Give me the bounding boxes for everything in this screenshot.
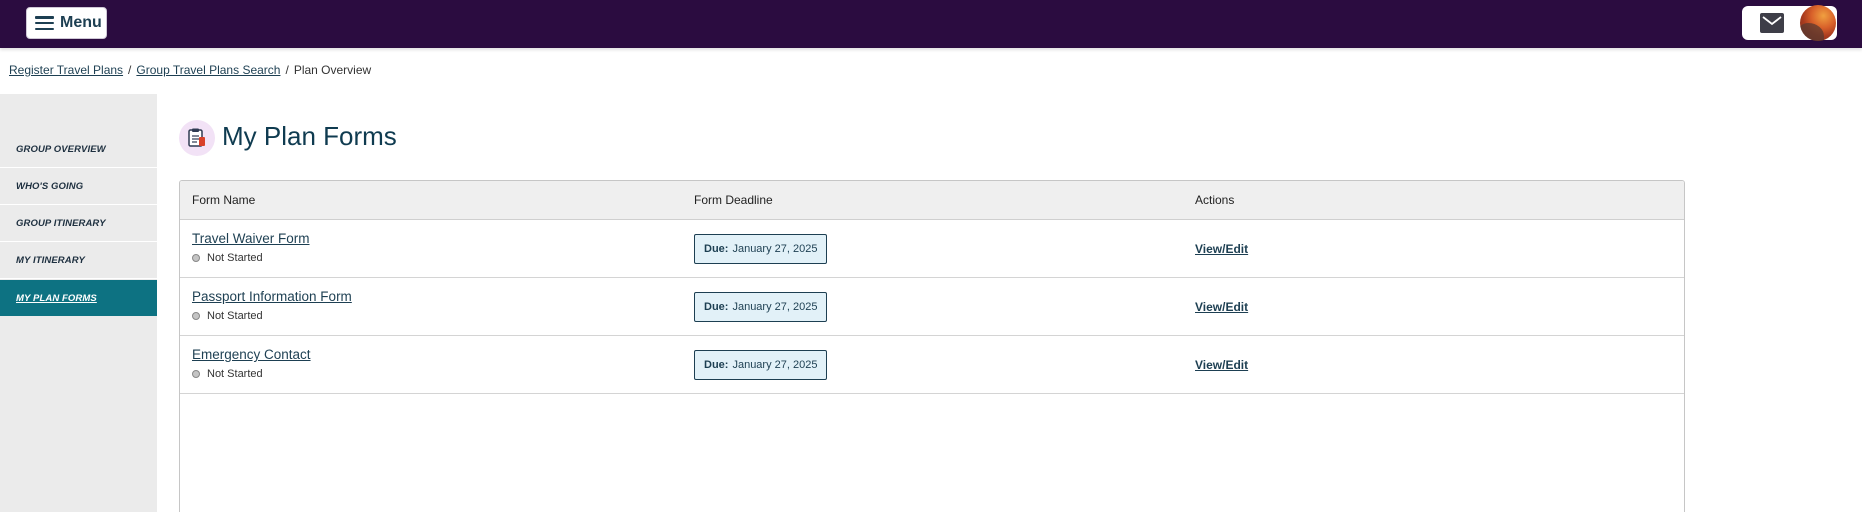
breadcrumb-separator: / xyxy=(285,63,289,77)
due-date: January 27, 2025 xyxy=(732,243,818,255)
forms-table: Form Name Form Deadline Actions Travel W… xyxy=(179,180,1685,512)
view-edit-link[interactable]: View/Edit xyxy=(1195,358,1248,372)
status-dot-icon xyxy=(192,254,200,262)
top-navigation-bar: Menu xyxy=(0,0,1862,48)
due-label: Due: xyxy=(704,301,729,313)
table-row: Travel Waiver Form Not Started Due: Janu… xyxy=(180,220,1684,278)
due-date-badge: Due: January 27, 2025 xyxy=(694,350,828,380)
table-row: Emergency Contact Not Started Due: Janua… xyxy=(180,336,1684,394)
sidebar-item-my-plan-forms[interactable]: My Plan Forms xyxy=(0,280,157,316)
status-dot-icon xyxy=(192,312,200,320)
form-name-link[interactable]: Travel Waiver Form xyxy=(192,231,310,246)
due-date: January 27, 2025 xyxy=(732,301,818,313)
view-edit-link[interactable]: View/Edit xyxy=(1195,242,1248,256)
mail-icon[interactable] xyxy=(1760,13,1784,33)
form-status: Not Started xyxy=(192,310,263,322)
status-dot-icon xyxy=(192,370,200,378)
sidebar-item-group-itinerary[interactable]: Group Itinerary xyxy=(0,206,157,242)
form-name-link[interactable]: Passport Information Form xyxy=(192,289,352,304)
menu-button-label: Menu xyxy=(60,14,102,31)
due-date-badge: Due: January 27, 2025 xyxy=(694,292,828,322)
column-header-actions: Actions xyxy=(1195,193,1235,207)
breadcrumb-separator: / xyxy=(128,63,132,77)
clipboard-form-icon xyxy=(179,120,215,156)
menu-button[interactable]: Menu xyxy=(26,7,107,39)
form-status: Not Started xyxy=(192,368,263,380)
breadcrumb: Register Travel Plans / Group Travel Pla… xyxy=(9,63,371,77)
breadcrumb-link-register-travel-plans[interactable]: Register Travel Plans xyxy=(9,63,123,77)
due-date: January 27, 2025 xyxy=(732,359,818,371)
form-status: Not Started xyxy=(192,252,263,264)
user-controls xyxy=(1742,5,1837,41)
sidebar-item-whos-going[interactable]: Who's Going xyxy=(0,169,157,205)
form-name-link[interactable]: Emergency Contact xyxy=(192,347,311,362)
sidebar-item-my-itinerary[interactable]: My Itinerary xyxy=(0,243,157,279)
breadcrumb-current: Plan Overview xyxy=(293,63,372,77)
column-header-form-name: Form Name xyxy=(192,193,256,207)
hamburger-icon xyxy=(35,16,54,30)
user-avatar[interactable] xyxy=(1800,5,1836,41)
table-header: Form Name Form Deadline Actions xyxy=(180,181,1684,220)
due-date-badge: Due: January 27, 2025 xyxy=(694,234,828,264)
sidebar-item-group-overview[interactable]: Group Overview xyxy=(0,132,157,168)
sidebar: Group Overview Who's Going Group Itinera… xyxy=(0,94,157,512)
table-row: Passport Information Form Not Started Du… xyxy=(180,278,1684,336)
form-status-text: Not Started xyxy=(207,252,263,264)
due-label: Due: xyxy=(704,243,729,255)
breadcrumb-link-group-travel-plans-search[interactable]: Group Travel Plans Search xyxy=(136,63,280,77)
column-header-form-deadline: Form Deadline xyxy=(694,193,773,207)
view-edit-link[interactable]: View/Edit xyxy=(1195,300,1248,314)
due-label: Due: xyxy=(704,359,729,371)
form-status-text: Not Started xyxy=(207,310,263,322)
form-status-text: Not Started xyxy=(207,368,263,380)
page-title: My Plan Forms xyxy=(222,121,397,151)
